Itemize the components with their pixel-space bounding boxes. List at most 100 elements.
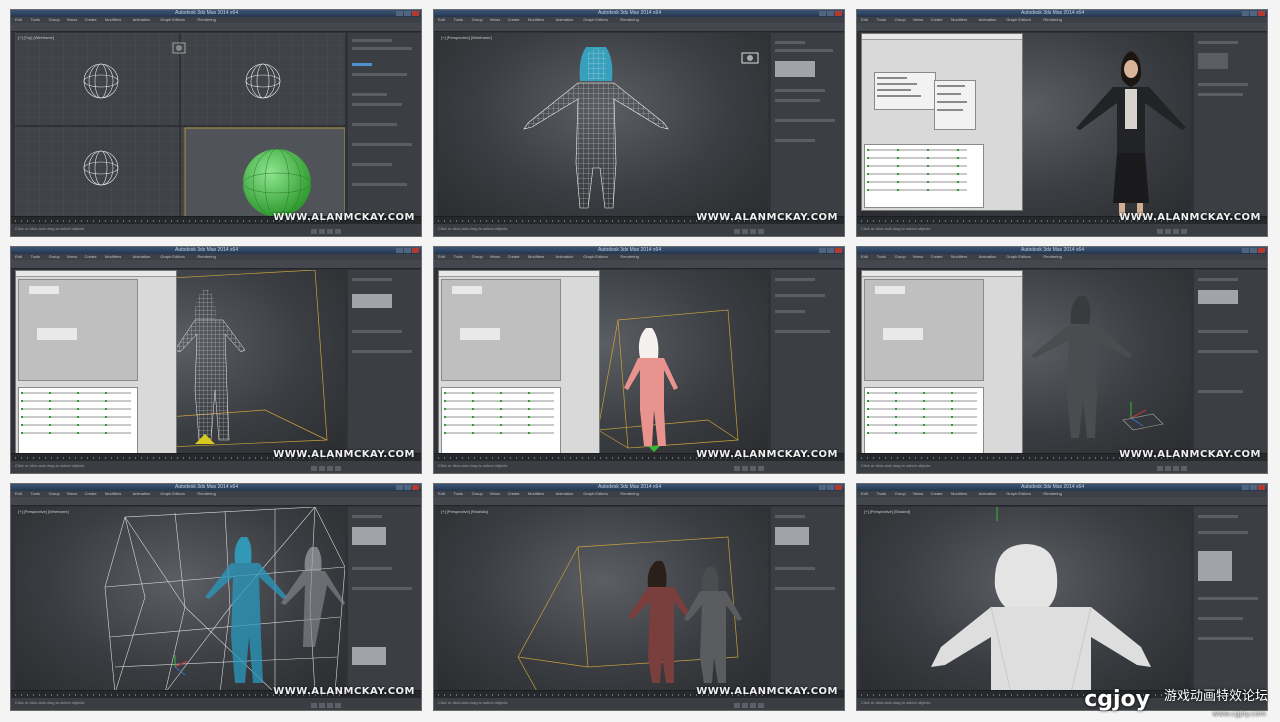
status-text: Click or click-and-drag to select object… xyxy=(438,226,508,231)
playback-controls[interactable] xyxy=(734,703,764,708)
status-bar: Click or click-and-drag to select object… xyxy=(434,698,844,710)
command-panel[interactable] xyxy=(348,33,421,219)
panel-5: Autodesk 3ds Max 2014 x64 Edit Tools Group… xyxy=(433,246,845,474)
title-bar: Autodesk 3ds Max 2014 x64 xyxy=(11,10,421,17)
window-title: Autodesk 3ds Max 2014 x64 xyxy=(1021,247,1085,253)
status-bar: Click or click-and-drag to select object… xyxy=(11,224,421,236)
browser-list[interactable] xyxy=(864,144,984,208)
thumbnail-grid: Autodesk 3ds Max 2014 x64 Edit Tools Group… xyxy=(0,0,1280,722)
node-view[interactable] xyxy=(864,279,984,381)
viewport-perspective[interactable]: [+] [Perspective] [Shaded] xyxy=(861,507,1191,693)
viewport-top[interactable]: [+] [Top] [Wireframe] xyxy=(15,33,345,219)
ribbon xyxy=(857,497,1267,506)
status-bar: Click or click-and-drag to select object… xyxy=(857,224,1267,236)
watermark: WWW.ALANMCKAY.COM xyxy=(1119,449,1261,460)
command-panel[interactable] xyxy=(348,270,421,456)
status-text: Click or click-and-drag to select object… xyxy=(15,463,85,468)
watermark: WWW.ALANMCKAY.COM xyxy=(1119,212,1261,223)
window-title: Autodesk 3ds Max 2014 x64 xyxy=(1021,10,1085,16)
panel-6: Autodesk 3ds Max 2014 x64 Edit Tools Group… xyxy=(856,246,1268,474)
material-editor-dialog[interactable] xyxy=(438,270,600,456)
panel-2: Autodesk 3ds Max 2014 x64 Edit Tools Group… xyxy=(433,9,845,237)
command-panel[interactable] xyxy=(771,507,844,693)
window-title: Autodesk 3ds Max 2014 x64 xyxy=(598,484,662,490)
playback-controls[interactable] xyxy=(311,703,341,708)
wireframe-figure xyxy=(523,47,669,209)
node-view[interactable] xyxy=(18,279,138,381)
status-bar: Click or click-and-drag to select object… xyxy=(857,461,1267,473)
material-editor-dialog[interactable] xyxy=(861,270,1023,456)
node-view[interactable] xyxy=(441,279,561,381)
status-text: Click or click-and-drag to select object… xyxy=(861,463,931,468)
command-panel[interactable] xyxy=(1194,270,1267,456)
playback-controls[interactable] xyxy=(734,466,764,471)
status-bar: Click or click-and-drag to select object… xyxy=(434,224,844,236)
command-panel[interactable] xyxy=(771,33,844,219)
playback-controls[interactable] xyxy=(1157,229,1187,234)
command-panel[interactable] xyxy=(1194,507,1267,693)
panel-4: Autodesk 3ds Max 2014 x64 Edit Tools Group… xyxy=(10,246,422,474)
window-title: Autodesk 3ds Max 2014 x64 xyxy=(175,247,239,253)
material-editor-dialog[interactable] xyxy=(15,270,177,456)
title-bar: Autodesk 3ds Max 2014 x64 xyxy=(857,484,1267,491)
title-bar: Autodesk 3ds Max 2014 x64 xyxy=(11,247,421,254)
playback-controls[interactable] xyxy=(311,229,341,234)
watermark: WWW.ALANMCKAY.COM xyxy=(273,449,415,460)
browser-list[interactable] xyxy=(864,387,984,455)
playback-controls[interactable] xyxy=(311,466,341,471)
viewport-perspective[interactable]: [+] [Perspective] [Wireframe] xyxy=(15,270,345,456)
ribbon xyxy=(434,497,844,506)
window-title: Autodesk 3ds Max 2014 x64 xyxy=(598,10,662,16)
playback-controls[interactable] xyxy=(1157,466,1187,471)
viewport-perspective[interactable]: [+] [Perspective] [Realistic] xyxy=(438,270,768,456)
viewport-perspective[interactable]: [+] [Perspective] [Wireframe] xyxy=(438,33,768,219)
status-bar: Click or click-and-drag to select object… xyxy=(11,698,421,710)
status-text: Click or click-and-drag to select object… xyxy=(438,700,508,705)
title-bar: Autodesk 3ds Max 2014 x64 xyxy=(11,484,421,491)
ribbon xyxy=(11,260,421,269)
title-bar: Autodesk 3ds Max 2014 x64 xyxy=(434,247,844,254)
panel-1: Autodesk 3ds Max 2014 x64 Edit Tools Group… xyxy=(10,9,422,237)
panel-9: Autodesk 3ds Max 2014 x64 Edit Tools Group… xyxy=(856,483,1268,711)
panel-8: Autodesk 3ds Max 2014 x64 Edit Tools Group… xyxy=(433,483,845,711)
ribbon xyxy=(857,23,1267,32)
command-panel[interactable] xyxy=(771,270,844,456)
viewport-perspective[interactable]: [+] [Perspective] [Shaded] xyxy=(861,270,1191,456)
white-figure xyxy=(931,507,1151,693)
playback-controls[interactable] xyxy=(734,229,764,234)
ribbon xyxy=(11,23,421,32)
panel-7: Autodesk 3ds Max 2014 x64 Edit Tools Group… xyxy=(10,483,422,711)
title-bar: Autodesk 3ds Max 2014 x64 xyxy=(434,484,844,491)
watermark: WWW.ALANMCKAY.COM xyxy=(696,449,838,460)
window-title: Autodesk 3ds Max 2014 x64 xyxy=(1021,484,1085,490)
two-figures xyxy=(517,536,742,693)
status-text: Click or click-and-drag to select object… xyxy=(438,463,508,468)
status-text: Click or click-and-drag to select object… xyxy=(861,700,931,705)
ribbon xyxy=(434,23,844,32)
status-text: Click or click-and-drag to select object… xyxy=(15,226,85,231)
ribbon xyxy=(434,260,844,269)
material-editor-dialog[interactable] xyxy=(861,33,1023,211)
ribbon xyxy=(11,497,421,506)
command-panel[interactable] xyxy=(348,507,421,693)
status-bar: Click or click-and-drag to select object… xyxy=(434,461,844,473)
browser-list[interactable] xyxy=(18,387,138,455)
site-chinese-name: 游戏动画特效论坛 xyxy=(1163,689,1268,704)
title-bar: Autodesk 3ds Max 2014 x64 xyxy=(434,10,844,17)
watermark: WWW.ALANMCKAY.COM xyxy=(273,686,415,697)
lattice-cage xyxy=(104,507,345,693)
site-url: www.cgjoy.com xyxy=(1212,710,1266,718)
submenu-popup[interactable] xyxy=(934,80,976,130)
title-bar: Autodesk 3ds Max 2014 x64 xyxy=(857,247,1267,254)
browser-list[interactable] xyxy=(441,387,561,455)
viewport-perspective[interactable]: [+] [Perspective] [Realistic] xyxy=(861,33,1191,219)
watermark: WWW.ALANMCKAY.COM xyxy=(696,212,838,223)
window-title: Autodesk 3ds Max 2014 x64 xyxy=(175,10,239,16)
menu-popup[interactable] xyxy=(874,72,936,110)
command-panel[interactable] xyxy=(1194,33,1267,219)
status-text: Click or click-and-drag to select object… xyxy=(15,700,85,705)
viewport-perspective[interactable]: [+] [Perspective] [Wireframe] xyxy=(15,507,345,693)
title-bar: Autodesk 3ds Max 2014 x64 xyxy=(857,10,1267,17)
viewport-perspective[interactable]: [+] [Perspective] [Realistic] xyxy=(438,507,768,693)
wireframe-scene xyxy=(15,33,345,219)
